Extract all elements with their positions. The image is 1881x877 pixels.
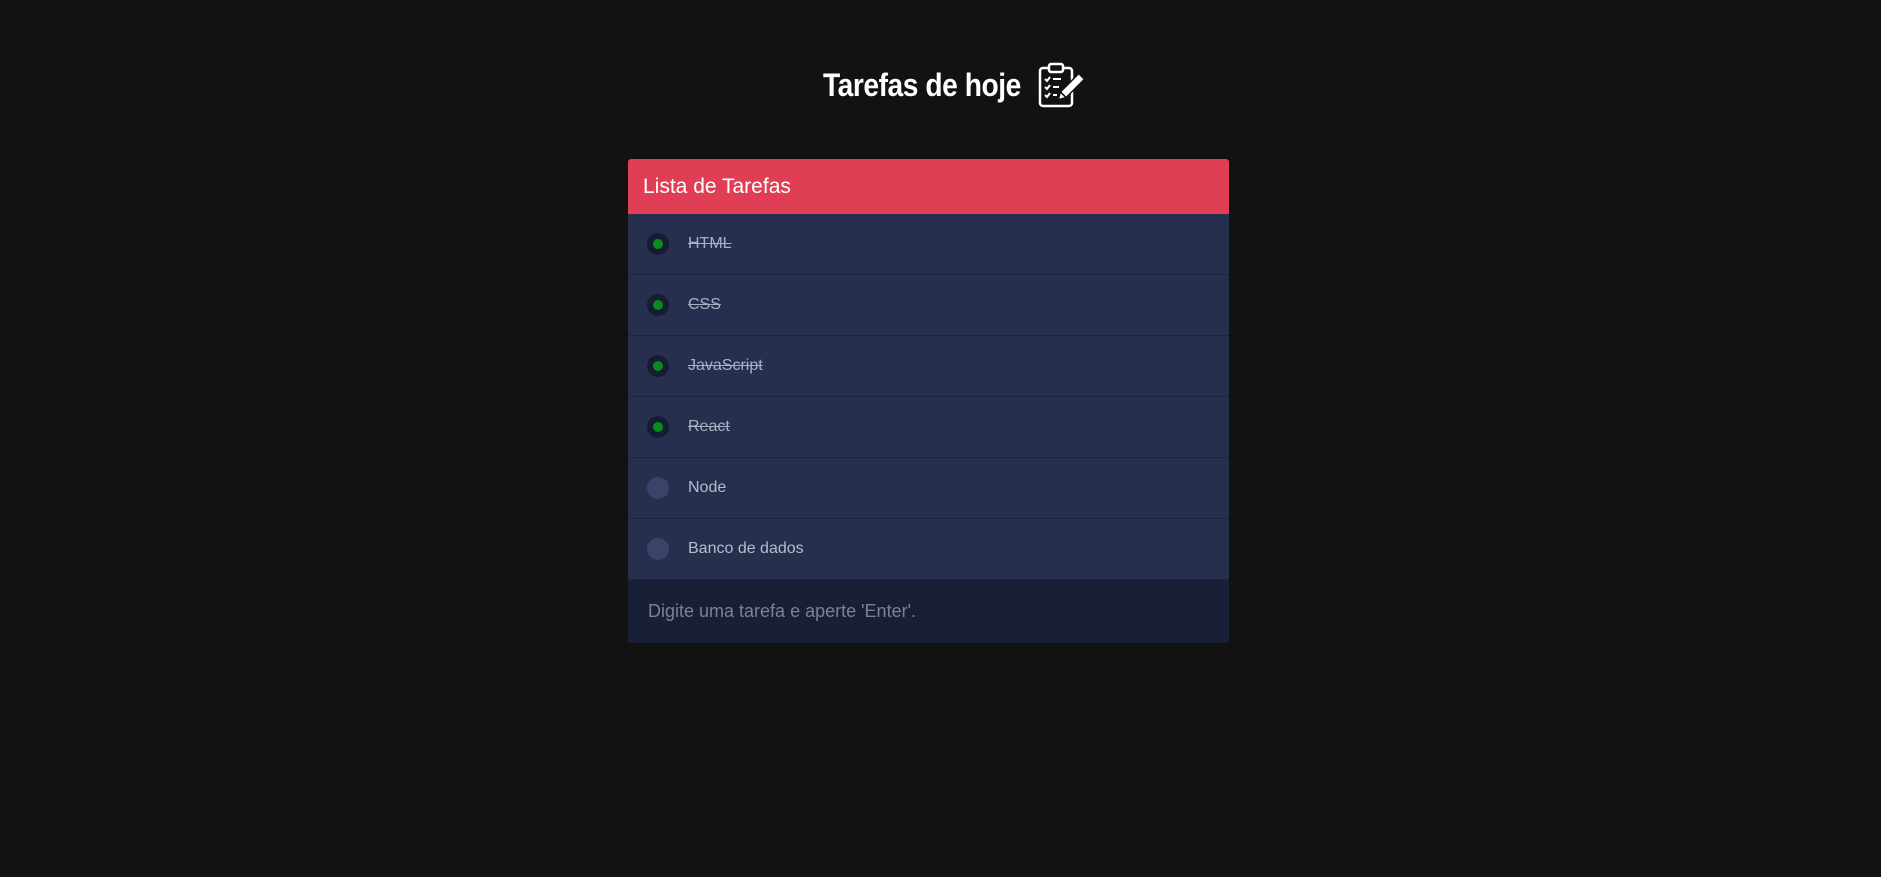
task-card: Lista de Tarefas HTML CSS JavaScript Rea… <box>628 159 1229 643</box>
task-list: HTML CSS JavaScript React Node Banco de … <box>628 214 1229 580</box>
card-title: Lista de Tarefas <box>628 159 1229 214</box>
task-checkbox[interactable] <box>647 355 669 377</box>
task-item[interactable]: CSS <box>628 275 1229 336</box>
new-task-input[interactable] <box>628 580 1229 643</box>
task-label: Banco de dados <box>688 540 804 557</box>
task-item[interactable]: Banco de dados <box>628 519 1229 580</box>
task-label: Node <box>688 479 727 496</box>
task-item[interactable]: React <box>628 397 1229 458</box>
task-checkbox[interactable] <box>647 477 669 499</box>
task-checkbox[interactable] <box>647 233 669 255</box>
task-label: JavaScript <box>688 357 763 374</box>
task-item[interactable]: JavaScript <box>628 336 1229 397</box>
task-checkbox[interactable] <box>647 416 669 438</box>
task-label: CSS <box>688 296 721 313</box>
task-item[interactable]: HTML <box>628 214 1229 275</box>
clipboard-checklist-icon <box>1035 60 1086 110</box>
task-checkbox[interactable] <box>647 294 669 316</box>
task-checkbox[interactable] <box>647 538 669 560</box>
page-title: Tarefas de hoje <box>823 66 1021 103</box>
task-label: HTML <box>688 235 732 252</box>
page-header: Tarefas de hoje <box>0 60 1881 110</box>
task-label: React <box>688 418 730 435</box>
task-item[interactable]: Node <box>628 458 1229 519</box>
